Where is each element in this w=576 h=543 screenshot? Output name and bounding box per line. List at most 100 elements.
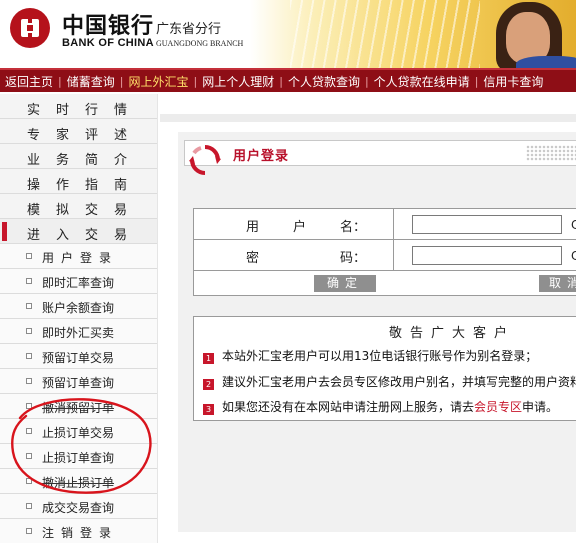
label-char: 作 <box>55 178 69 193</box>
sidebar-subitem-cancel-limit-order[interactable]: 撤消预留订单 <box>0 394 157 419</box>
number-badge: 2 <box>203 379 214 390</box>
label-char: 行 <box>84 103 98 118</box>
label-char: 拟 <box>55 203 69 218</box>
cancel-button[interactable]: 取消 <box>539 275 576 292</box>
branch-name-cn: 广东省分行 <box>156 22 222 37</box>
square-bullet-icon <box>26 478 32 484</box>
sidebar-subitem-rate-query[interactable]: 即时汇率查询 <box>0 269 157 294</box>
sidebar-item-label: 进入交易 <box>27 224 127 243</box>
header-banner: 中国银行 BANK OF CHINA 广东省分行 GUANGDONG BRANC… <box>0 0 576 68</box>
bank-name-en: BANK OF CHINA <box>62 37 154 49</box>
sidebar-subitem-label: 预留订单查询 <box>42 376 115 390</box>
nav-item-wealth[interactable]: 网上个人理财 <box>197 73 279 90</box>
sidebar-subitem-label: 即时汇率查询 <box>42 276 115 290</box>
dot-pattern <box>526 145 576 161</box>
main-content: 用户登录 用 户 名： C 密 码： C 确定 取消 <box>160 94 576 543</box>
sidebar-subitem-limit-order-trade[interactable]: 预留订单交易 <box>0 344 157 369</box>
sidebar-subitem-label: 止损订单交易 <box>42 426 115 440</box>
sidebar-item-label: 实时行情 <box>27 99 127 118</box>
square-bullet-icon <box>26 303 32 309</box>
notice-item: 2 建议外汇宝老用户去会员专区修改用户别名，并填写完整的用户资料 <box>203 373 576 390</box>
square-bullet-icon <box>26 378 32 384</box>
label-char: 易 <box>113 203 127 218</box>
top-nav: 返回主页 | 储蓄查询 | 网上外汇宝 | 网上个人理财 | 个人贷款查询 | … <box>0 68 576 92</box>
nav-item-forex[interactable]: 网上外汇宝 <box>123 73 193 90</box>
label-char: 介 <box>113 153 127 168</box>
nav-item-home[interactable]: 返回主页 <box>0 73 58 90</box>
username-trailing-text: C <box>571 218 576 232</box>
sidebar-subitem-label: 撤消止损订单 <box>42 476 115 490</box>
top-strip <box>160 114 576 122</box>
sidebar-subitem-label: 撤消预留订单 <box>42 401 115 415</box>
label-char: 述 <box>113 128 127 143</box>
label-char: 交 <box>84 228 98 243</box>
label-char: 易 <box>113 228 127 243</box>
square-bullet-icon <box>26 403 32 409</box>
label-char: 实 <box>27 103 41 118</box>
confirm-button[interactable]: 确定 <box>314 275 376 292</box>
sidebar-item-label: 业务简介 <box>27 149 127 168</box>
username-input[interactable] <box>412 215 562 234</box>
sidebar-item-realtime-quotes[interactable]: 实时行情 <box>0 94 157 119</box>
sidebar-subitem-instant-trade[interactable]: 即时外汇买卖 <box>0 319 157 344</box>
nav-item-loan-query[interactable]: 个人贷款查询 <box>283 73 365 90</box>
sidebar-subitem-cancel-stop-loss[interactable]: 撤消止损订单 <box>0 469 157 494</box>
nav-item-loan-apply[interactable]: 个人贷款在线申请 <box>369 73 475 90</box>
password-label: 密 码： <box>194 240 394 270</box>
notice-title: 敬告广大客户 <box>389 326 516 341</box>
sidebar-subitem-user-login[interactable]: 用户登录 <box>0 244 157 269</box>
label-char: 简 <box>84 153 98 168</box>
sidebar-item-simulated-trading[interactable]: 模拟交易 <box>0 194 157 219</box>
label-char: 密 <box>246 251 260 266</box>
sidebar-item-label: 模拟交易 <box>27 199 127 218</box>
label-char: 名： <box>339 220 366 235</box>
label-char: 专 <box>27 128 41 143</box>
username-label: 用 户 名： <box>194 209 394 239</box>
sidebar-item-business-intro[interactable]: 业务简介 <box>0 144 157 169</box>
bank-logo-icon <box>10 8 50 48</box>
square-bullet-icon <box>26 503 32 509</box>
square-bullet-icon <box>26 353 32 359</box>
sidebar-subitem-label: 注销登录 <box>42 526 119 540</box>
nav-item-credit-card[interactable]: 信用卡查询 <box>478 73 548 90</box>
square-bullet-icon <box>26 528 32 534</box>
sidebar-subitem-deal-query[interactable]: 成交交易查询 <box>0 494 157 519</box>
nav-item-savings-query[interactable]: 储蓄查询 <box>62 73 120 90</box>
banner-person-image <box>486 0 576 68</box>
label-char: 务 <box>55 153 69 168</box>
sidebar: 实时行情 专家评述 业务简介 操作指南 模拟交易 进入交易 用户登录 即时汇率查… <box>0 94 158 543</box>
number-badge: 3 <box>203 404 214 415</box>
label-char: 码： <box>339 251 366 266</box>
number-badge: 1 <box>203 353 214 364</box>
label-char: 评 <box>84 128 98 143</box>
sidebar-subitem-limit-order-query[interactable]: 预留订单查询 <box>0 369 157 394</box>
label-char: 用 <box>246 220 260 235</box>
sidebar-subitem-balance-query[interactable]: 账户余额查询 <box>0 294 157 319</box>
notice-item: 3 如果您还没有在本网站申请注册网上服务，请去会员专区申请。 <box>203 398 558 415</box>
label-char: 进 <box>27 228 41 243</box>
sidebar-item-label: 专家评述 <box>27 124 127 143</box>
notice-item: 1 本站外汇宝老用户可以用13位电话银行账号作为别名登录； <box>203 347 537 364</box>
password-row: 密 码： C <box>194 240 576 271</box>
square-bullet-icon <box>26 328 32 334</box>
label-char: 南 <box>113 178 127 193</box>
sidebar-subitem-label: 预留订单交易 <box>42 351 115 365</box>
sidebar-item-expert-review[interactable]: 专家评述 <box>0 119 157 144</box>
sidebar-subitem-stop-loss-query[interactable]: 止损订单查询 <box>0 444 157 469</box>
sidebar-item-operation-guide[interactable]: 操作指南 <box>0 169 157 194</box>
label-char: 操 <box>27 178 41 193</box>
member-zone-link[interactable]: 会员专区 <box>474 400 522 414</box>
sidebar-item-enter-trading[interactable]: 进入交易 <box>0 219 157 244</box>
label-char: 模 <box>27 203 41 218</box>
label-char: 交 <box>84 203 98 218</box>
sidebar-subitem-logout[interactable]: 注销登录 <box>0 519 157 543</box>
sidebar-subitem-label: 用户登录 <box>42 251 119 265</box>
notice-text: 申请。 <box>522 400 559 414</box>
notice-text: 本站外汇宝老用户可以用13位电话银行账号作为别名登录； <box>222 349 538 363</box>
sidebar-subitem-stop-loss-trade[interactable]: 止损订单交易 <box>0 419 157 444</box>
notice-text: 建议外汇宝老用户去会员专区修改用户别名，并填写完整的用户资料 <box>222 375 576 389</box>
label-char: 家 <box>55 128 69 143</box>
password-input[interactable] <box>412 246 562 265</box>
square-bullet-icon <box>26 428 32 434</box>
login-title: 用户登录 <box>233 149 290 164</box>
